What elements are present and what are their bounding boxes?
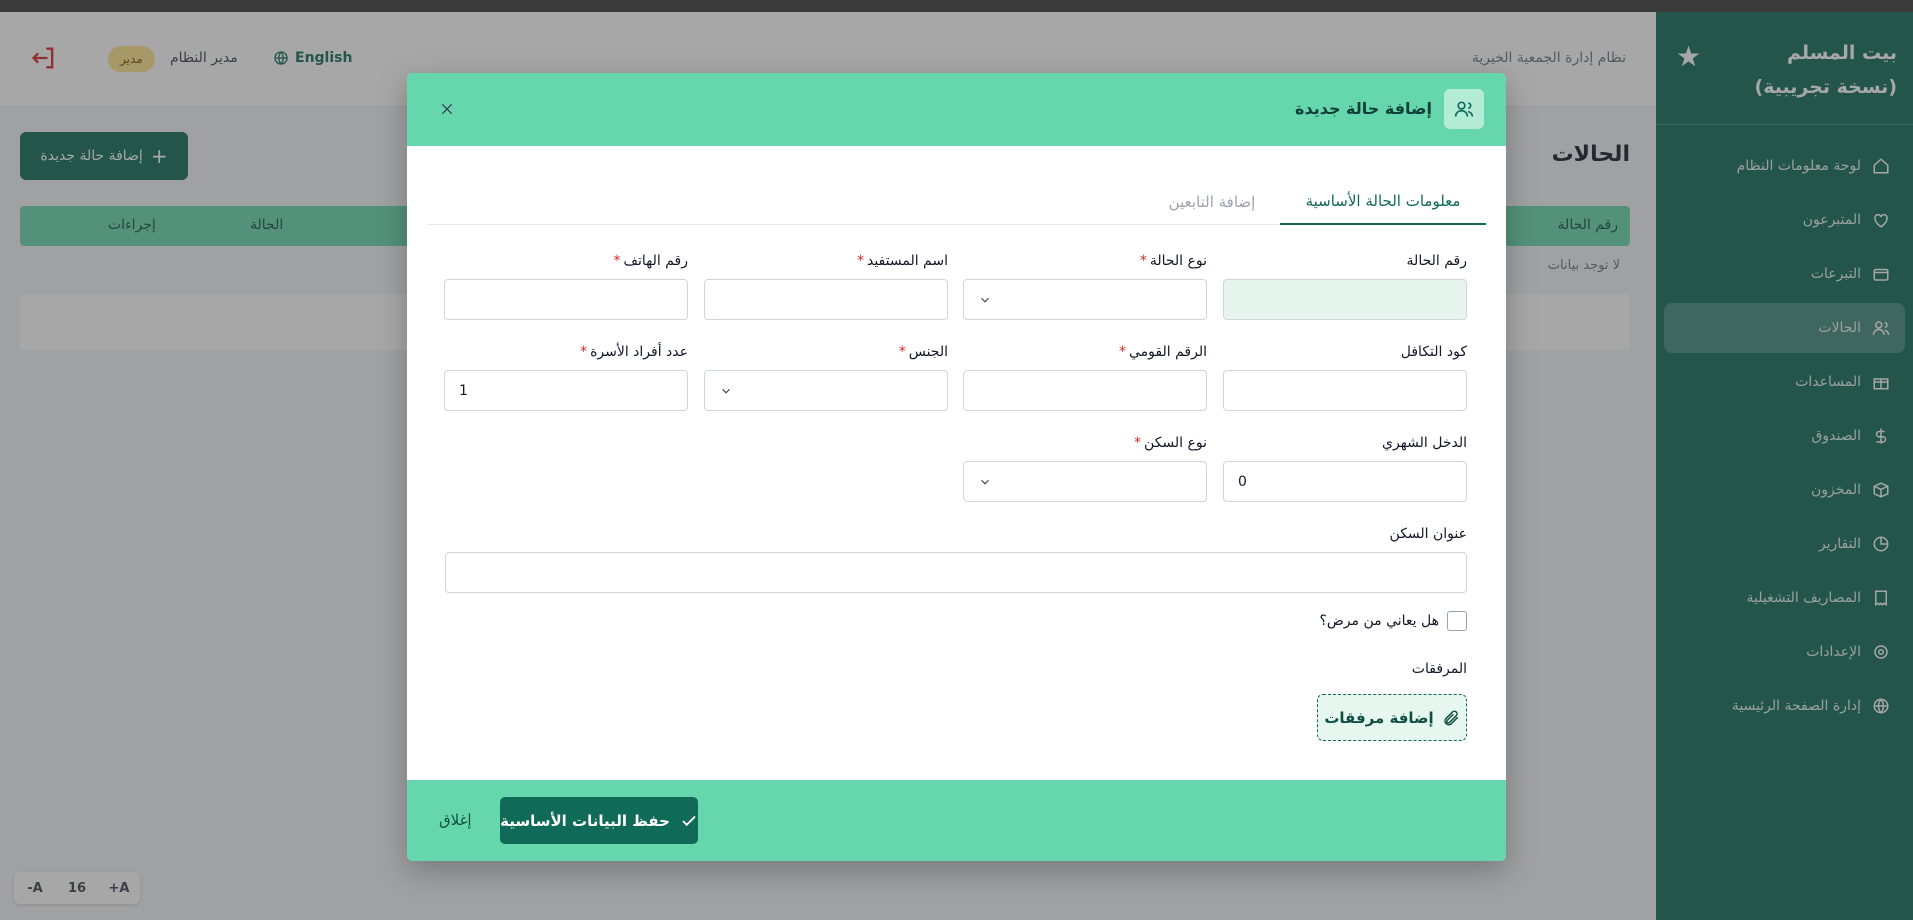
gender-select[interactable] [704, 370, 948, 411]
field-label: عدد أفراد الأسرة* [580, 344, 688, 360]
field-label: نوع الحالة* [1139, 253, 1207, 269]
case-type-select[interactable] [963, 279, 1207, 320]
monthly-income-field: الدخل الشهري 0 [1223, 435, 1467, 502]
field-label: اسم المستفيد* [856, 253, 948, 269]
modal-tabs: معلومات الحالة الأساسية إضافة التابعين [427, 178, 1486, 225]
save-basic-data-button[interactable]: حفظ البيانات الأساسية [500, 797, 698, 844]
chevron-down-icon [978, 475, 992, 489]
close-button[interactable]: إغلاق [439, 811, 472, 829]
beneficiary-name-field: اسم المستفيد* [704, 253, 948, 320]
case-number-field: رقم الحالة [1223, 253, 1467, 320]
housing-type-select[interactable] [963, 461, 1207, 502]
illness-checkbox[interactable] [1447, 611, 1467, 631]
save-label: حفظ البيانات الأساسية [500, 811, 670, 830]
national-id-input[interactable] [963, 370, 1207, 411]
add-attachments-label: إضافة مرفقات [1324, 708, 1434, 727]
sponsorship-code-input[interactable] [1223, 370, 1467, 411]
field-label: الجنس* [898, 344, 948, 360]
attachments-label: المرفقات [1411, 661, 1467, 677]
chevron-down-icon [978, 293, 992, 307]
add-attachments-button[interactable]: إضافة مرفقات [1317, 694, 1467, 741]
case-type-field: نوع الحالة* [963, 253, 1207, 320]
housing-type-field: نوع السكن* [963, 435, 1207, 502]
field-label: رقم الهاتف* [613, 253, 688, 269]
family-members-input[interactable]: 1 [444, 370, 688, 411]
modal-title: إضافة حالة جديدة [1295, 99, 1432, 118]
field-label: الرقم القومي* [1119, 344, 1207, 360]
users-icon [1444, 89, 1484, 129]
check-icon [682, 815, 696, 826]
tab-basic-info[interactable]: معلومات الحالة الأساسية [1280, 178, 1486, 225]
illness-checkbox-row: هل يعاني من مرض؟ [1319, 611, 1467, 631]
field-label: رقم الحالة [1406, 253, 1467, 269]
chevron-down-icon [719, 384, 733, 398]
modal-header: إضافة حالة جديدة [407, 73, 1506, 146]
field-label: الدخل الشهري [1382, 435, 1467, 451]
gender-field: الجنس* [704, 344, 948, 411]
modal-footer: حفظ البيانات الأساسية إغلاق [407, 780, 1506, 861]
case-number-input[interactable] [1223, 279, 1467, 320]
tab-dependents[interactable]: إضافة التابعين [1152, 178, 1272, 225]
phone-input[interactable] [444, 279, 688, 320]
close-icon[interactable] [435, 97, 459, 121]
family-members-field: عدد أفراد الأسرة* 1 [444, 344, 688, 411]
illness-label: هل يعاني من مرض؟ [1319, 613, 1439, 629]
add-case-modal: إضافة حالة جديدة معلومات الحالة الأساسية… [407, 73, 1506, 861]
paperclip-icon [1443, 709, 1458, 725]
housing-address-field: عنوان السكن [445, 526, 1467, 593]
field-label: كود التكافل [1400, 344, 1467, 360]
monthly-income-input[interactable]: 0 [1223, 461, 1467, 502]
phone-field: رقم الهاتف* [444, 253, 688, 320]
field-label: عنوان السكن [1389, 526, 1467, 542]
sponsorship-code-field: كود التكافل [1223, 344, 1467, 411]
field-label: نوع السكن* [1134, 435, 1207, 451]
housing-address-input[interactable] [445, 552, 1467, 593]
beneficiary-name-input[interactable] [704, 279, 948, 320]
national-id-field: الرقم القومي* [963, 344, 1207, 411]
